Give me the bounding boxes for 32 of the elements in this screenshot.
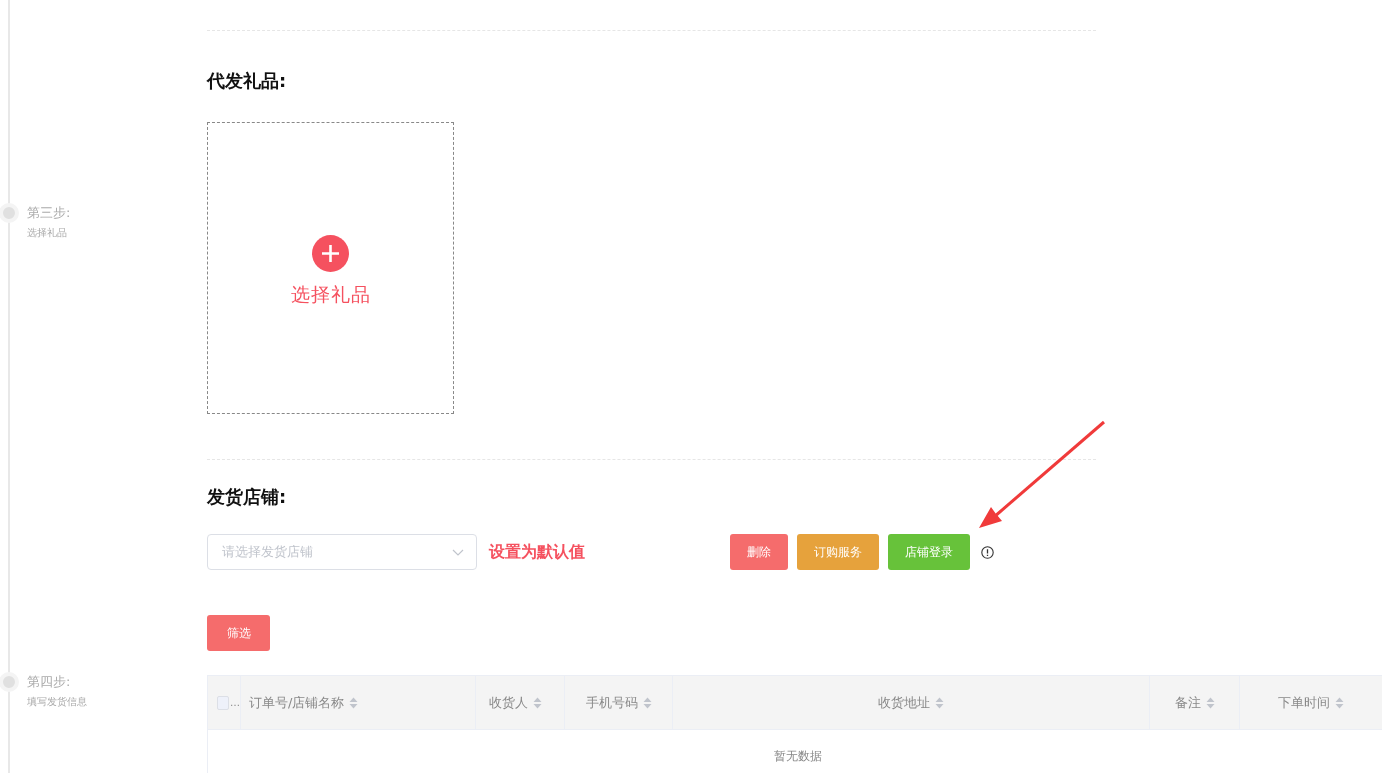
column-header[interactable]: 收货地址: [878, 693, 930, 712]
gift-upload-area[interactable]: 选择礼品: [207, 122, 454, 414]
column-header[interactable]: 备注: [1174, 693, 1201, 712]
step-title: 第四步:: [27, 673, 72, 691]
chevron-down-icon: [452, 548, 464, 556]
action-button[interactable]: 删除: [730, 534, 788, 570]
sort-icon[interactable]: [642, 696, 652, 709]
column-header[interactable]: 收货人: [489, 693, 528, 712]
step-title: 第三步:: [27, 204, 71, 222]
sort-icon[interactable]: [935, 696, 944, 709]
action-button[interactable]: 订购服务: [797, 534, 879, 570]
sort-icon[interactable]: [349, 696, 359, 709]
column-header[interactable]: 手机号码: [585, 693, 638, 712]
column-header: …: [230, 697, 240, 708]
plus-icon: [312, 234, 349, 272]
step-subtitle: 填写发货信息: [27, 695, 87, 709]
empty-text: 暂无数据: [774, 747, 822, 765]
info-icon[interactable]: [981, 545, 994, 559]
sort-icon[interactable]: [1335, 696, 1344, 709]
shop-select[interactable]: 请选择发货店铺: [207, 534, 477, 570]
action-button[interactable]: 店铺登录: [888, 534, 970, 570]
select-all-checkbox[interactable]: [217, 695, 229, 710]
upload-label: 选择礼品: [290, 281, 371, 307]
sort-icon[interactable]: [533, 696, 542, 709]
filter-button[interactable]: 筛选: [207, 615, 270, 651]
column-header[interactable]: 订单号/店铺名称: [249, 693, 345, 712]
sort-icon[interactable]: [1205, 696, 1215, 709]
default-note: 设置为默认值: [489, 541, 585, 563]
step-subtitle: 选择礼品: [27, 226, 68, 240]
section-heading: 代发礼品:: [207, 69, 288, 93]
column-header[interactable]: 下单时间: [1278, 693, 1330, 712]
section-heading: 发货店铺:: [207, 485, 288, 509]
